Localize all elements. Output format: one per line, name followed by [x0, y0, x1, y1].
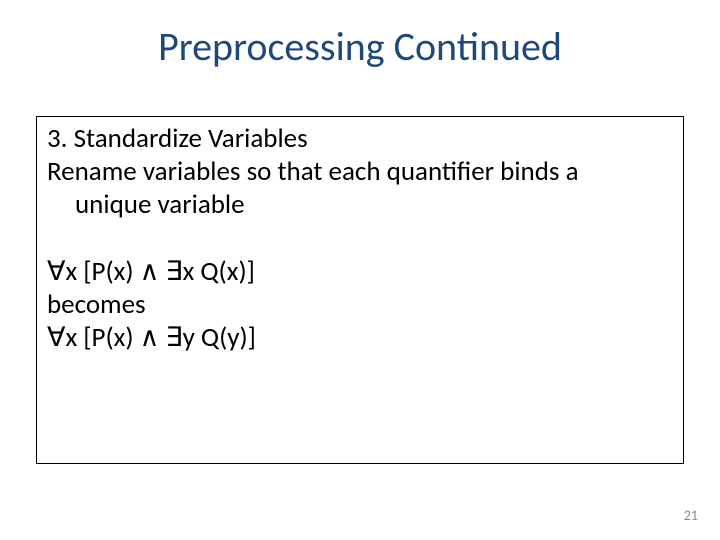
slide: Preprocessing Continued 3. Standardize V…	[0, 0, 720, 540]
description-line-2: unique variable	[47, 189, 673, 222]
spacer	[47, 222, 673, 256]
formula-before: ∀x [P(x) ∧ ∃x Q(x)]	[47, 256, 673, 289]
slide-title: Preprocessing Continued	[0, 22, 720, 71]
page-number: 21	[684, 507, 698, 524]
becomes-label: becomes	[47, 289, 673, 322]
description-line-1: Rename variables so that each quantifier…	[47, 156, 673, 189]
formula-after: ∀x [P(x) ∧ ∃y Q(y)]	[47, 322, 673, 355]
content-box: 3. Standardize Variables Rename variable…	[36, 116, 684, 464]
section-heading: 3. Standardize Variables	[47, 123, 673, 156]
